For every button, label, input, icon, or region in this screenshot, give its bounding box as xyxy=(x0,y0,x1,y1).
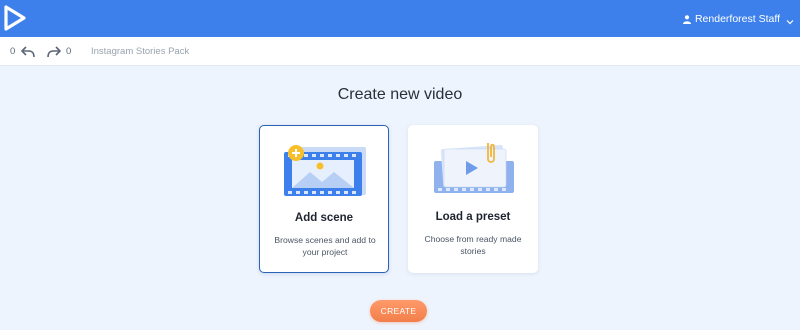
load-preset-illustration-icon xyxy=(428,141,518,199)
add-scene-illustration-icon xyxy=(280,142,370,200)
create-button[interactable]: CREATE xyxy=(370,300,427,322)
load-preset-card[interactable]: Load a preset Choose from ready made sto… xyxy=(408,125,538,273)
load-preset-description: Choose from ready made stories xyxy=(424,234,522,256)
top-bar: Renderforest Staff xyxy=(0,0,800,37)
undo-count: 0 xyxy=(10,46,16,57)
add-scene-card[interactable]: Add scene Browse scenes and add to your … xyxy=(259,125,389,273)
redo-count: 0 xyxy=(66,46,72,57)
chevron-down-icon xyxy=(786,16,794,25)
load-preset-title: Load a preset xyxy=(435,211,511,223)
user-icon xyxy=(682,14,691,24)
redo-icon[interactable] xyxy=(47,45,61,58)
page-heading: Create new video xyxy=(337,86,463,103)
user-menu[interactable]: Renderforest Staff xyxy=(682,11,794,27)
undo-icon[interactable] xyxy=(21,45,35,58)
play-logo-icon[interactable] xyxy=(3,5,27,31)
project-title[interactable]: Instagram Stories Pack xyxy=(91,46,189,57)
editor-toolbar: 0 0 Instagram Stories Pack xyxy=(0,37,800,66)
user-name: Renderforest Staff xyxy=(694,13,780,25)
add-scene-title: Add scene xyxy=(294,212,354,224)
add-scene-description: Browse scenes and add to your project xyxy=(274,235,376,257)
